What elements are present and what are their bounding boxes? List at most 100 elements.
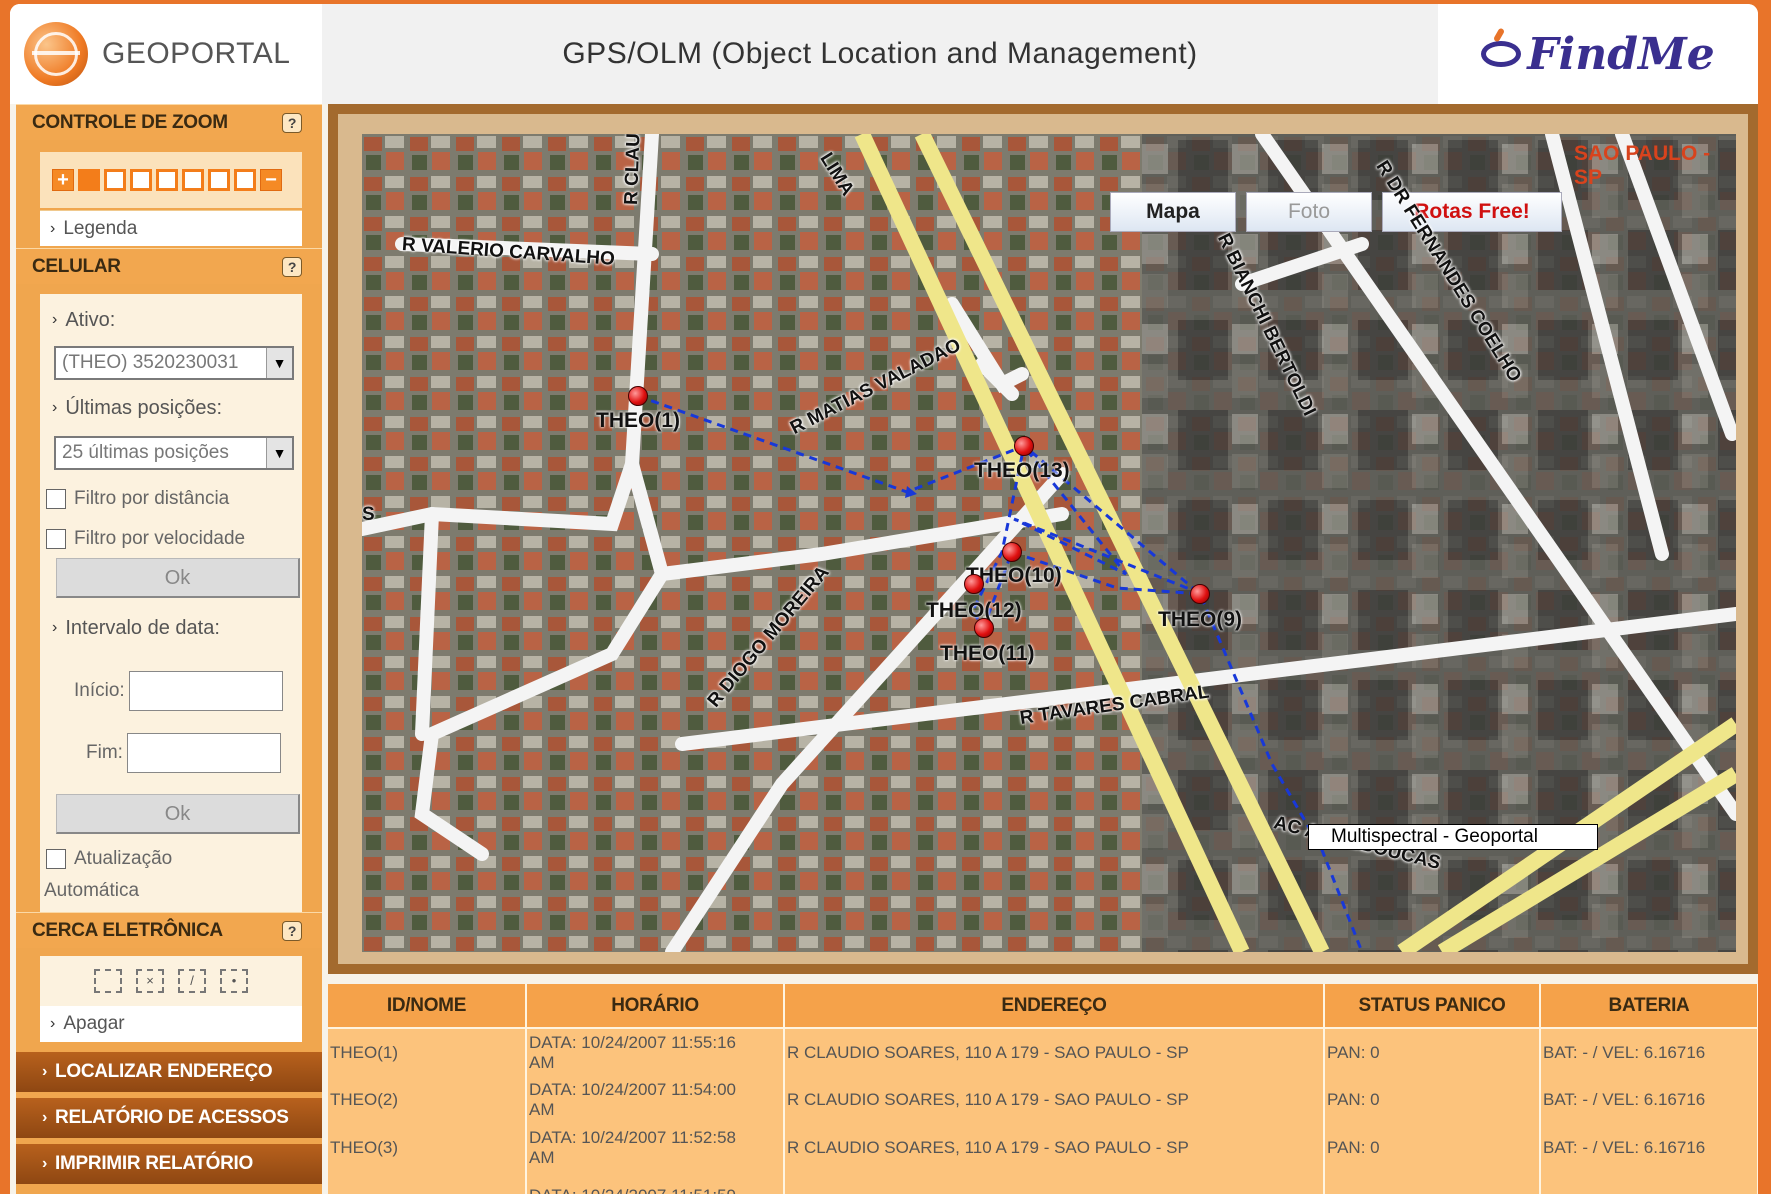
table-row[interactable]: THEO(3) DATA: 10/24/2007 11:52:58 AM R CL… (328, 1124, 1758, 1172)
cell-id: THEO(3) (328, 1124, 527, 1172)
help-icon[interactable]: ? (282, 921, 302, 941)
findme-logo[interactable]: FindMe (1438, 4, 1758, 104)
ultimas-label-text: Últimas posições: (65, 396, 223, 419)
ultimas-select[interactable]: 25 últimas posições ▼ (54, 436, 294, 470)
menu-imprimir-relatorio[interactable]: › IMPRIMIR RELATÓRIO (16, 1144, 322, 1186)
auto-update-checkbox[interactable]: Atualização (46, 842, 296, 876)
filter-ok-button[interactable]: Ok (56, 558, 300, 598)
header: GEOPORTAL GPS/OLM (Object Location and M… (10, 4, 1758, 104)
checkbox[interactable] (46, 529, 66, 549)
zoom-control-title: CONTROLE DE ZOOM (32, 111, 228, 133)
ativo-label-text: Ativo: (65, 308, 116, 331)
street-label: S (362, 504, 375, 525)
fim-row: Fim: (40, 726, 302, 780)
apagar-link[interactable]: › Apagar (40, 1006, 302, 1042)
menu-localizar-endereco[interactable]: › LOCALIZAR ENDEREÇO (16, 1052, 322, 1094)
position-marker[interactable] (1190, 584, 1210, 604)
cell-address: R CLAUDIO SOARES, 110 A 179 - SAO PAULO … (784, 1076, 1325, 1124)
geoportal-logo[interactable]: GEOPORTAL (10, 4, 322, 104)
dropdown-arrow-icon[interactable]: ▼ (266, 438, 292, 468)
logo-text: GEOPORTAL (102, 37, 291, 70)
zoom-level-2[interactable] (104, 169, 126, 191)
zoom-in-button[interactable]: + (52, 169, 74, 191)
cell-time: DATA: 10/24/2007 11:55:16 AM (526, 1028, 785, 1076)
zoom-out-button[interactable]: − (260, 169, 282, 191)
cell-battery (1540, 1172, 1758, 1194)
zoom-level-5[interactable] (182, 169, 204, 191)
photo-mode-button[interactable]: Foto (1246, 192, 1372, 232)
auto-update-label-2: Automática (44, 874, 294, 908)
globe-icon (24, 22, 88, 86)
cell-address: R CLAUDIO SOARES, 110 A 179 - SAO PAULO … (784, 1028, 1325, 1076)
edit-rect-icon[interactable]: / (178, 969, 206, 993)
help-icon[interactable]: ? (282, 113, 302, 133)
checkbox[interactable] (46, 489, 66, 509)
menu-label: RELATÓRIO DE ACESSOS (55, 1107, 289, 1128)
zoom-level-3[interactable] (130, 169, 152, 191)
position-marker[interactable] (628, 386, 648, 406)
cell-time-line1: DATA: 10/24/2007 11:55:16 (529, 1032, 736, 1052)
inicio-input[interactable] (128, 671, 283, 711)
cell-time-line2: AM (529, 1052, 555, 1072)
cell-battery: BAT: - / VEL: 6.16716 (1540, 1028, 1758, 1076)
filtro-distancia-label: Filtro por distância (74, 488, 230, 509)
cerca-title: CERCA ELETRÔNICA (32, 919, 223, 941)
cell-time: DATA: 10/24/2007 11:51:59 (526, 1172, 785, 1194)
map-attribution: Multispectral - Geoportal (1308, 824, 1598, 850)
ultimas-label: › Últimas posições: (40, 386, 302, 430)
cell-time-line1: DATA: 10/24/2007 11:52:58 (529, 1128, 736, 1147)
caret-right-icon: › (52, 619, 58, 636)
caret-right-icon: › (42, 1155, 48, 1172)
cell-time-line2: AM (529, 1100, 555, 1119)
zoom-level-1[interactable] (78, 169, 100, 191)
fim-label: Fim: (86, 742, 123, 763)
col-header-panic[interactable]: STATUS PANICO (1324, 984, 1541, 1029)
zoom-level-7[interactable] (234, 169, 256, 191)
col-header-id[interactable]: ID/NOME (328, 984, 527, 1029)
menu-relatorio-acessos[interactable]: › RELATÓRIO DE ACESSOS (16, 1098, 322, 1140)
table-row[interactable]: THEO(2) DATA: 10/24/2007 11:54:00 AM R CL… (328, 1076, 1758, 1124)
filtro-distancia-checkbox[interactable]: Filtro por distância (46, 482, 296, 516)
col-header-address[interactable]: ENDEREÇO (784, 984, 1325, 1029)
position-marker[interactable] (1014, 436, 1034, 456)
auto-update-label: Atualização (74, 848, 173, 869)
table-row[interactable]: DATA: 10/24/2007 11:51:59 (328, 1172, 1758, 1194)
cell-time-line2: AM (529, 1148, 555, 1167)
dropdown-arrow-icon[interactable]: ▼ (266, 348, 292, 378)
delete-rect-icon[interactable]: × (136, 969, 164, 993)
page-title: GPS/OLM (Object Location and Management) (322, 4, 1438, 104)
fim-input[interactable] (126, 733, 281, 773)
position-marker[interactable] (964, 574, 984, 594)
col-header-battery[interactable]: BATERIA (1540, 984, 1758, 1029)
legend-link[interactable]: › Legenda (40, 210, 302, 246)
apagar-label: Apagar (63, 1013, 125, 1034)
positions-table: ID/NOME HORÁRIO ENDEREÇO STATUS PANICO B… (328, 984, 1758, 1194)
filtro-velocidade-checkbox[interactable]: Filtro por velocidade (46, 522, 296, 556)
help-icon[interactable]: ? (282, 257, 302, 277)
point-rect-icon[interactable]: • (220, 969, 248, 993)
col-header-time[interactable]: HORÁRIO (526, 984, 785, 1029)
table-row[interactable]: THEO(1) DATA: 10/24/2007 11:55:16 AM R CL… (328, 1028, 1758, 1076)
satellite-map[interactable]: SAO PAULO - SP Mapa Foto Rotas Free! R V… (362, 134, 1736, 952)
street-label: R CLAU (621, 134, 645, 206)
cerca-header: CERCA ELETRÔNICA ? (16, 912, 322, 948)
caret-right-icon: › (42, 1109, 48, 1126)
menu-label: LOCALIZAR ENDEREÇO (55, 1061, 273, 1082)
position-marker[interactable] (1002, 542, 1022, 562)
caret-right-icon: › (50, 1015, 56, 1032)
checkbox[interactable] (46, 849, 66, 869)
ativo-select[interactable]: (THEO) 3520230031 ▼ (54, 346, 294, 380)
date-ok-button[interactable]: Ok (56, 794, 300, 834)
marker-label: THEO(13) (974, 459, 1070, 482)
intervalo-label: › Intervalo de data: (40, 606, 302, 650)
zoom-level-6[interactable] (208, 169, 230, 191)
position-marker[interactable] (974, 618, 994, 638)
map-mode-button[interactable]: Mapa (1110, 192, 1236, 232)
zoom-slider[interactable]: + − (40, 152, 302, 208)
map-container: SAO PAULO - SP Mapa Foto Rotas Free! R V… (328, 104, 1758, 974)
caret-right-icon: › (50, 219, 56, 237)
inicio-label: Início: (74, 680, 125, 701)
cell-panic: PAN: 0 (1324, 1124, 1541, 1172)
zoom-level-4[interactable] (156, 169, 178, 191)
select-rect-icon[interactable] (94, 969, 122, 993)
